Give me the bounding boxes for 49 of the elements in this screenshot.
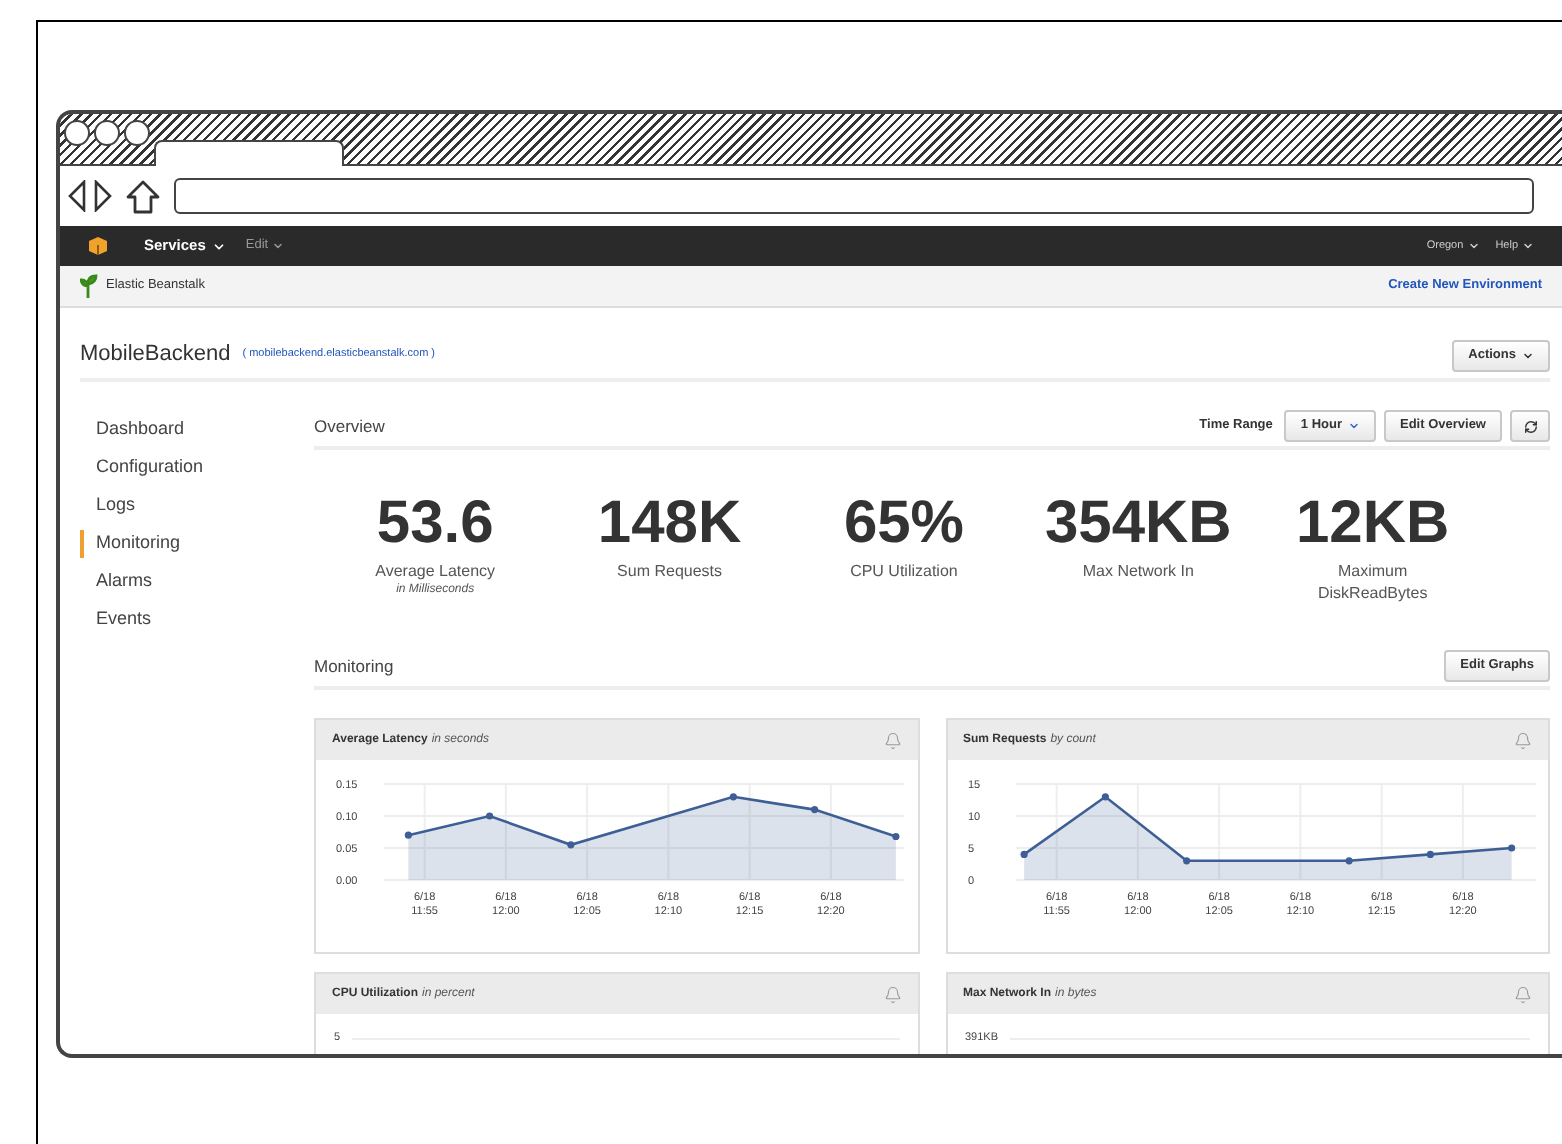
sidebar-item[interactable]: Alarms [80,568,314,596]
data-point [1507,844,1515,852]
data-point [1425,850,1433,858]
stat-value: 12KB [1295,490,1450,558]
back-icon[interactable] [68,180,86,212]
stat-label: Sum Requests [617,560,723,582]
home-icon[interactable] [126,179,160,213]
window-control-icon[interactable] [64,120,90,146]
sidebar-item[interactable]: Events [80,606,314,634]
refresh-icon [1523,419,1537,433]
window-control-icon[interactable] [94,120,120,146]
stat-value: 53.6 [376,490,494,558]
address-bar[interactable] [174,178,1534,214]
caret-icon [272,240,285,252]
sidebar-item[interactable]: Monitoring [80,530,314,558]
data-point [1019,850,1027,858]
data-point [1100,793,1108,801]
data-point [811,806,819,814]
sidebar-item[interactable]: Configuration [80,454,314,482]
data-point [1182,857,1190,865]
environment-name: MobileBackend [80,340,231,371]
stat-label: Average Latency [375,560,496,582]
caret-icon [1467,240,1480,252]
browser-tab[interactable] [154,140,344,166]
caret-icon [211,239,226,253]
data-point [486,812,494,820]
section-title: Overview [314,413,385,439]
cube-logo-icon[interactable] [88,236,108,256]
stat-value: 354KB [1044,490,1232,558]
beanstalk-icon [80,274,98,298]
sidebar-item[interactable]: Dashboard [80,416,314,444]
stat-label: Maximum DiskReadBytes [1316,560,1430,604]
caret-icon [1522,240,1534,252]
stat-value: 65% [843,490,964,558]
stat-value: 148K [597,490,742,558]
sidebar-item[interactable]: Logs [80,492,314,520]
window-control-icon[interactable] [124,120,150,146]
data-point [729,793,737,801]
data-point [1344,857,1352,865]
forward-icon[interactable] [94,180,112,212]
data-point [404,831,412,839]
data-point [892,832,900,841]
data-point [567,841,575,849]
section-title: Monitoring [314,653,394,679]
caret-icon [1348,420,1360,432]
stat-label: Max Network In [1082,560,1194,582]
refresh-button[interactable] [1510,410,1550,442]
stat-label: CPU Utilization [850,560,958,582]
caret-icon [1522,349,1534,361]
